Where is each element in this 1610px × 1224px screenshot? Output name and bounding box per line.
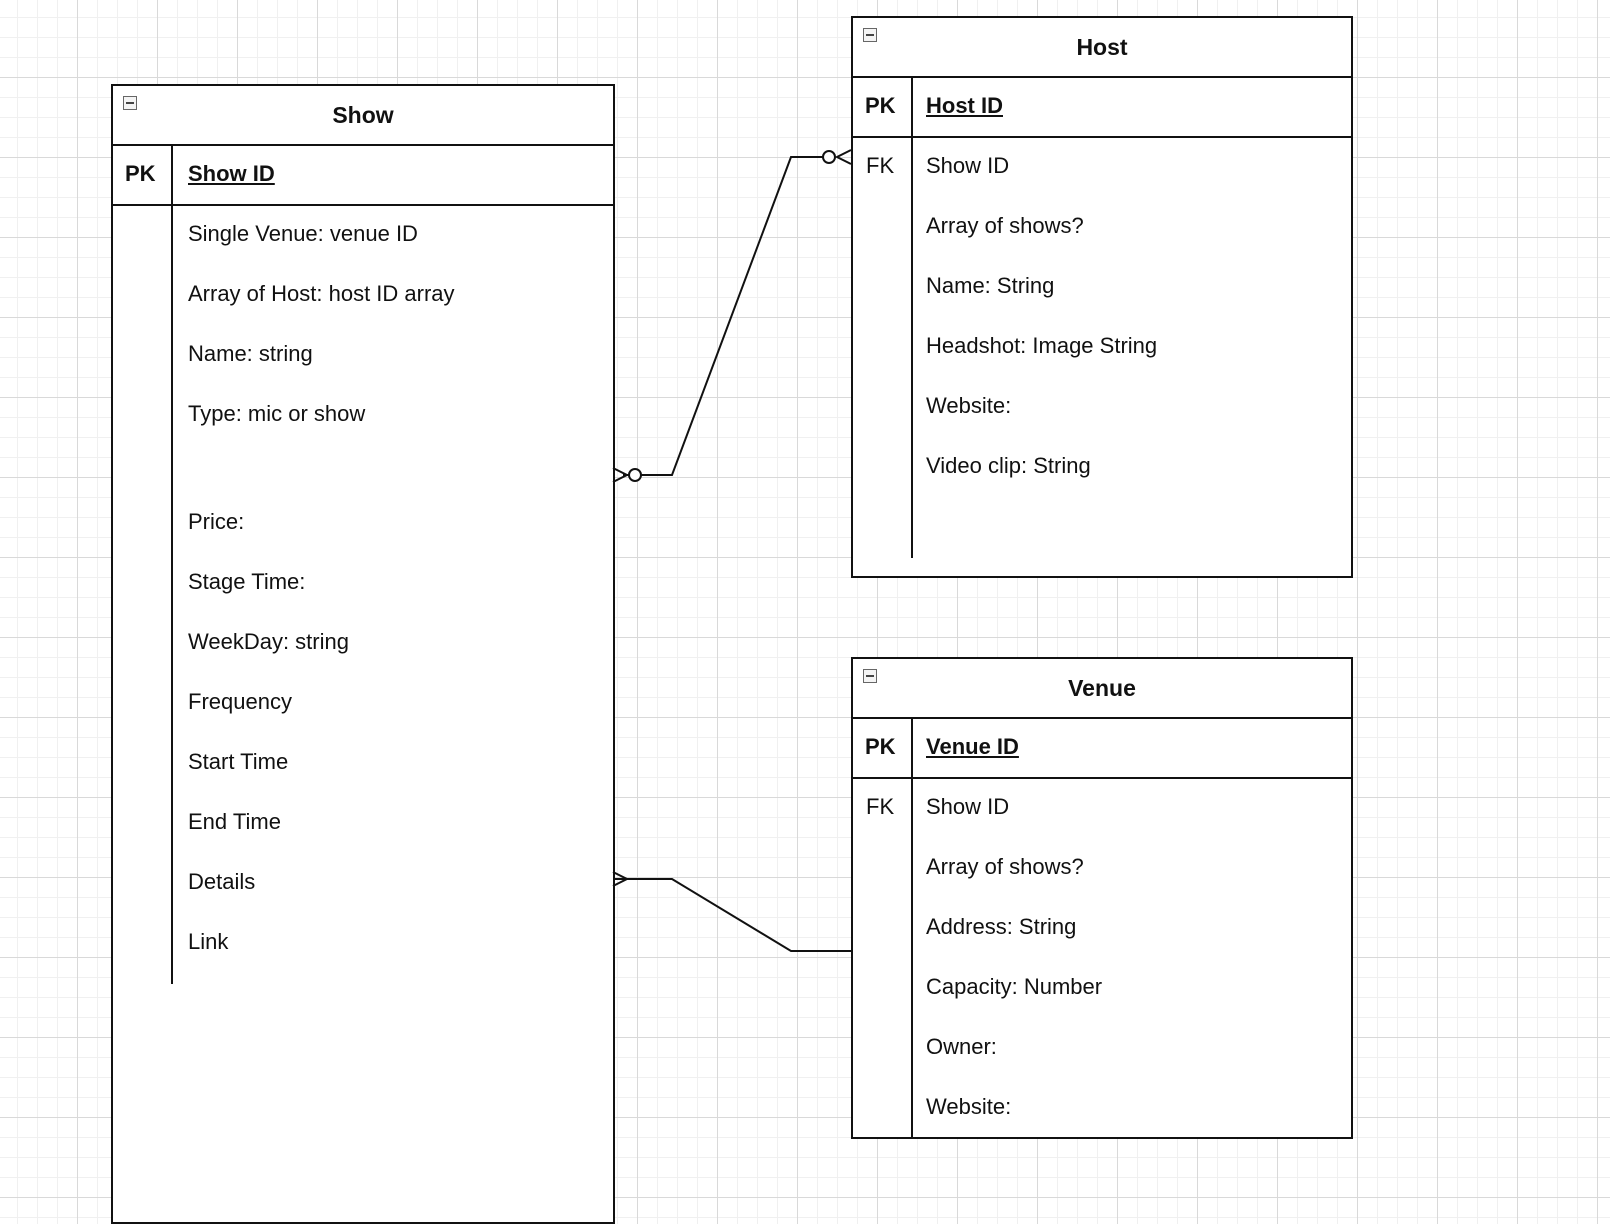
relationship-layer: [612, 149, 852, 952]
connector-line[interactable]: [613, 878, 851, 952]
connector-line[interactable]: [623, 156, 826, 476]
crows-foot-many-icon: [834, 149, 852, 165]
show-host-relationship[interactable]: [612, 149, 852, 483]
crows-foot-many-icon: [612, 467, 630, 483]
show-venue-relationship[interactable]: [612, 871, 851, 952]
zero-optional-icon: [628, 468, 642, 482]
zero-optional-icon: [822, 150, 836, 164]
